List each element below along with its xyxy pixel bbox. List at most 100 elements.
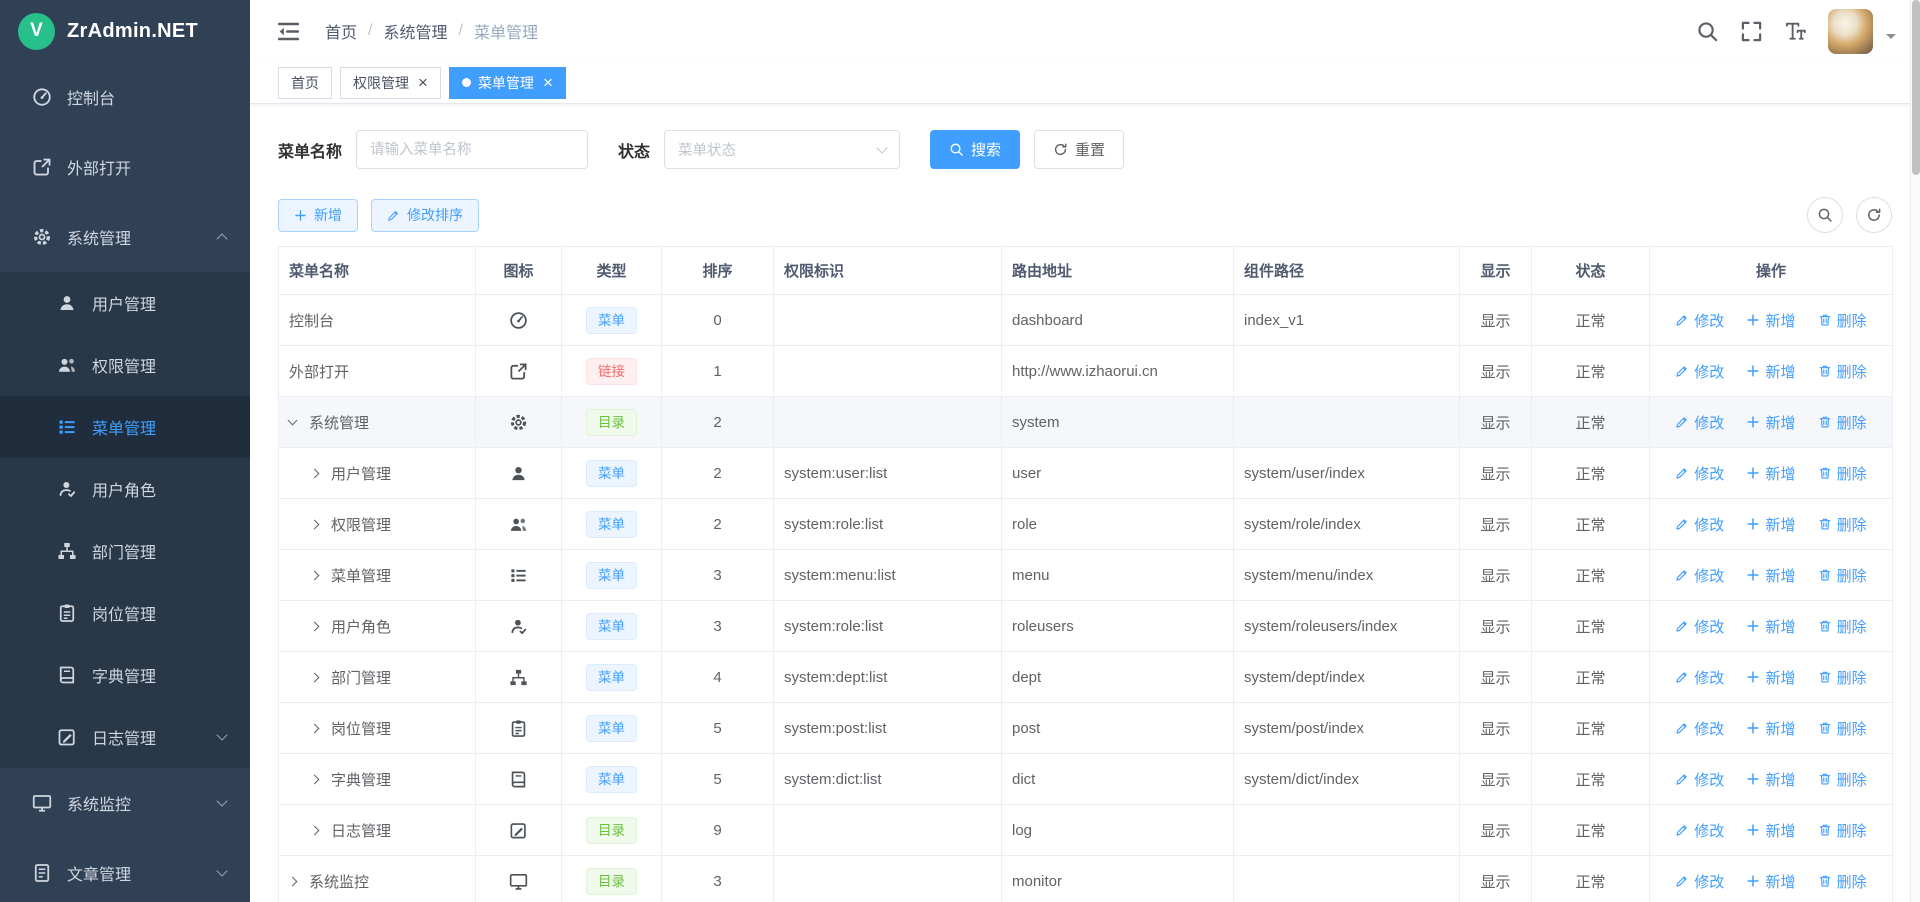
menu-name-input[interactable]	[356, 130, 588, 169]
logo[interactable]: V ZrAdmin.NET	[0, 0, 250, 62]
font-size-icon[interactable]	[1784, 20, 1807, 43]
add-link[interactable]: 新增	[1746, 667, 1795, 688]
sidebar-item-role-mgmt[interactable]: 权限管理	[0, 334, 250, 396]
expand-icon[interactable]	[310, 468, 320, 478]
add-link[interactable]: 新增	[1746, 361, 1795, 382]
status-select[interactable]: 菜单状态	[664, 130, 900, 169]
table-row[interactable]: 用户管理 菜单 2 system:user:list user system/u…	[279, 448, 1893, 499]
delete-link[interactable]: 删除	[1818, 361, 1867, 382]
add-link[interactable]: 新增	[1746, 820, 1795, 841]
add-link[interactable]: 新增	[1746, 769, 1795, 790]
table-row[interactable]: 日志管理 目录 9 log 显示 正常 修改 新增 删除	[279, 805, 1893, 856]
delete-link[interactable]: 删除	[1818, 718, 1867, 739]
column-header[interactable]: 类型	[562, 247, 662, 295]
expand-icon[interactable]	[310, 570, 320, 580]
add-link[interactable]: 新增	[1746, 310, 1795, 331]
edit-link[interactable]: 修改	[1675, 463, 1724, 484]
table-row[interactable]: 外部打开 链接 1 http://www.izhaorui.cn 显示 正常 修…	[279, 346, 1893, 397]
sidebar-item-external-open[interactable]: 外部打开	[0, 132, 250, 202]
breadcrumb-item[interactable]: 系统管理	[383, 19, 447, 43]
sidebar-item-log-mgmt[interactable]: 日志管理	[0, 706, 250, 768]
edit-link[interactable]: 修改	[1675, 871, 1724, 892]
edit-link[interactable]: 修改	[1675, 310, 1724, 331]
add-link[interactable]: 新增	[1746, 616, 1795, 637]
search-icon[interactable]	[1696, 20, 1719, 43]
delete-link[interactable]: 删除	[1818, 769, 1867, 790]
column-header[interactable]: 组件路径	[1234, 247, 1460, 295]
add-button[interactable]: 新增	[278, 199, 358, 232]
edit-link[interactable]: 修改	[1675, 667, 1724, 688]
delete-link[interactable]: 删除	[1818, 616, 1867, 637]
delete-link[interactable]: 删除	[1818, 310, 1867, 331]
edit-link[interactable]: 修改	[1675, 565, 1724, 586]
column-header[interactable]: 显示	[1460, 247, 1532, 295]
column-header[interactable]: 路由地址	[1002, 247, 1234, 295]
delete-link[interactable]: 删除	[1818, 514, 1867, 535]
edit-link[interactable]: 修改	[1675, 718, 1724, 739]
add-link[interactable]: 新增	[1746, 514, 1795, 535]
table-row[interactable]: 菜单管理 菜单 3 system:menu:list menu system/m…	[279, 550, 1893, 601]
table-row[interactable]: 控制台 菜单 0 dashboard index_v1 显示 正常 修改 新增 …	[279, 295, 1893, 346]
expand-icon[interactable]	[310, 672, 320, 682]
breadcrumb-item[interactable]: 首页	[325, 19, 357, 43]
tab-menu-mgmt[interactable]: 菜单管理×	[449, 67, 566, 99]
add-link[interactable]: 新增	[1746, 463, 1795, 484]
add-link[interactable]: 新增	[1746, 412, 1795, 433]
edit-link[interactable]: 修改	[1675, 361, 1724, 382]
delete-link[interactable]: 删除	[1818, 412, 1867, 433]
expand-icon[interactable]	[288, 876, 298, 886]
add-link[interactable]: 新增	[1746, 718, 1795, 739]
sidebar-item-monitor[interactable]: 系统监控	[0, 768, 250, 838]
column-header[interactable]: 状态	[1532, 247, 1650, 295]
sidebar-item-user-mgmt[interactable]: 用户管理	[0, 272, 250, 334]
sidebar-item-article[interactable]: 文章管理	[0, 838, 250, 902]
table-row[interactable]: 用户角色 菜单 3 system:role:list roleusers sys…	[279, 601, 1893, 652]
column-header[interactable]: 图标	[476, 247, 562, 295]
table-row[interactable]: 岗位管理 菜单 5 system:post:list post system/p…	[279, 703, 1893, 754]
caret-down-icon[interactable]	[1886, 34, 1896, 44]
table-row[interactable]: 权限管理 菜单 2 system:role:list role system/r…	[279, 499, 1893, 550]
menu-fold-icon[interactable]	[276, 19, 301, 44]
column-header[interactable]: 排序	[662, 247, 774, 295]
user-avatar[interactable]	[1828, 9, 1873, 54]
close-icon[interactable]: ×	[418, 74, 428, 91]
expand-icon[interactable]	[310, 621, 320, 631]
expand-icon[interactable]	[310, 774, 320, 784]
expand-icon[interactable]	[310, 825, 320, 835]
tab-home[interactable]: 首页	[278, 67, 332, 99]
delete-link[interactable]: 删除	[1818, 667, 1867, 688]
tab-role-mgmt[interactable]: 权限管理×	[340, 67, 441, 99]
close-icon[interactable]: ×	[543, 74, 553, 91]
edit-link[interactable]: 修改	[1675, 514, 1724, 535]
add-link[interactable]: 新增	[1746, 565, 1795, 586]
delete-link[interactable]: 删除	[1818, 463, 1867, 484]
delete-link[interactable]: 删除	[1818, 820, 1867, 841]
sidebar-item-dept-mgmt[interactable]: 部门管理	[0, 520, 250, 582]
sidebar-item-menu-mgmt[interactable]: 菜单管理	[0, 396, 250, 458]
sidebar-item-dict-mgmt[interactable]: 字典管理	[0, 644, 250, 706]
column-header[interactable]: 菜单名称	[279, 247, 476, 295]
edit-link[interactable]: 修改	[1675, 412, 1724, 433]
refresh-table-button[interactable]	[1856, 197, 1892, 233]
expand-icon[interactable]	[310, 519, 320, 529]
delete-link[interactable]: 删除	[1818, 871, 1867, 892]
table-row[interactable]: 系统监控 目录 3 monitor 显示 正常 修改 新增 删除	[279, 856, 1893, 902]
fullscreen-icon[interactable]	[1740, 20, 1763, 43]
column-header[interactable]: 操作	[1650, 247, 1893, 295]
expand-icon[interactable]	[310, 723, 320, 733]
collapse-icon[interactable]	[288, 416, 298, 426]
reset-button[interactable]: 重置	[1034, 130, 1124, 169]
table-row[interactable]: 系统管理 目录 2 system 显示 正常 修改 新增 删除	[279, 397, 1893, 448]
sidebar-item-post-mgmt[interactable]: 岗位管理	[0, 582, 250, 644]
search-button[interactable]: 搜索	[930, 130, 1020, 169]
toggle-search-button[interactable]	[1807, 197, 1843, 233]
add-link[interactable]: 新增	[1746, 871, 1795, 892]
sidebar-item-user-role[interactable]: 用户角色	[0, 458, 250, 520]
sidebar-item-dashboard[interactable]: 控制台	[0, 62, 250, 132]
sort-edit-button[interactable]: 修改排序	[371, 199, 479, 232]
column-header[interactable]: 权限标识	[774, 247, 1002, 295]
table-row[interactable]: 部门管理 菜单 4 system:dept:list dept system/d…	[279, 652, 1893, 703]
table-row[interactable]: 字典管理 菜单 5 system:dict:list dict system/d…	[279, 754, 1893, 805]
scrollbar-thumb[interactable]	[1912, 0, 1920, 175]
edit-link[interactable]: 修改	[1675, 769, 1724, 790]
